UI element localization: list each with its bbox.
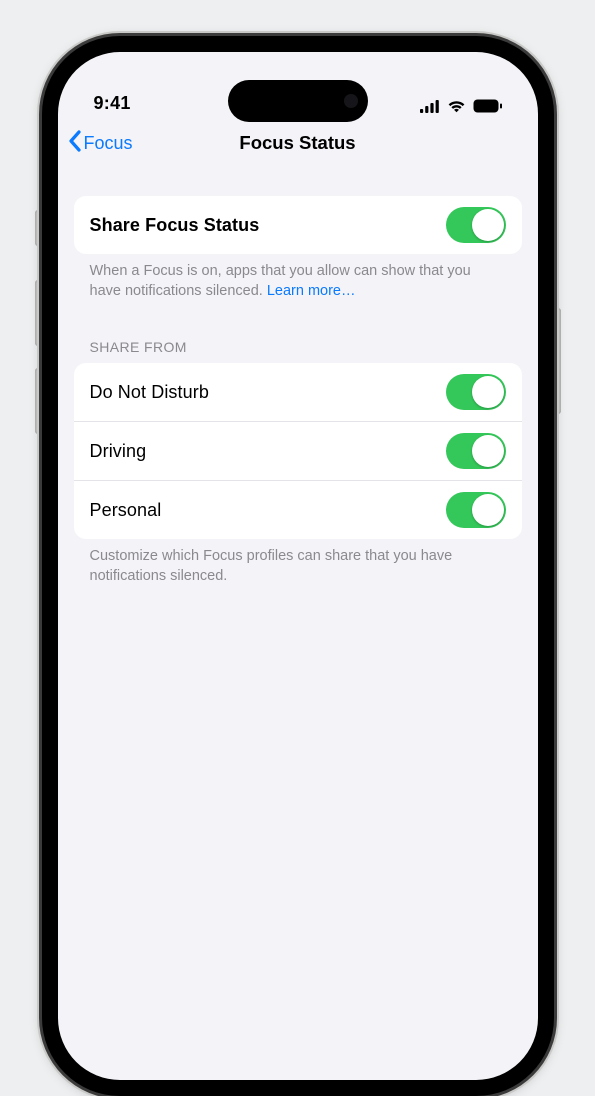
driving-toggle[interactable] [446,433,506,469]
back-button[interactable]: Focus [68,120,133,166]
share-from-footer: Customize which Focus profiles can share… [74,539,522,586]
do-not-disturb-toggle[interactable] [446,374,506,410]
learn-more-link[interactable]: Learn more… [267,283,356,299]
battery-icon [473,99,502,113]
share-focus-status-toggle[interactable] [446,207,506,243]
share-from-header: SHARE FROM [74,301,522,363]
share-from-label: Personal [90,500,162,521]
share-from-row-driving: Driving [74,421,522,480]
status-time: 9:41 [94,93,131,114]
volume-up-button [35,280,41,346]
phone-screen: 9:41 [58,52,538,1080]
phone-body: 9:41 [42,36,554,1096]
iphone-device-mock: 9:41 [42,36,554,1096]
share-focus-status-row: Share Focus Status [74,196,522,254]
share-from-label: Driving [90,441,147,462]
side-power-button [555,308,561,414]
personal-toggle[interactable] [446,492,506,528]
share-from-label: Do Not Disturb [90,382,209,403]
share-focus-status-footer: When a Focus is on, apps that you allow … [74,254,522,301]
status-icons [420,99,502,114]
share-from-row-personal: Personal [74,480,522,539]
dynamic-island [228,80,368,122]
share-focus-status-group: Share Focus Status [74,196,522,254]
back-button-label: Focus [84,133,133,154]
share-from-group: Do Not Disturb Driving Personal [74,363,522,539]
page-title: Focus Status [239,132,355,154]
ring-switch-button [35,210,41,246]
share-focus-status-label: Share Focus Status [90,215,260,236]
chevron-left-icon [68,130,82,157]
share-from-row-do-not-disturb: Do Not Disturb [74,363,522,421]
navigation-bar: Focus Focus Status [58,120,538,166]
wifi-icon [447,99,466,113]
volume-down-button [35,368,41,434]
cellular-signal-icon [420,100,440,113]
settings-content: Share Focus Status When a Focus is on, a… [58,166,538,586]
